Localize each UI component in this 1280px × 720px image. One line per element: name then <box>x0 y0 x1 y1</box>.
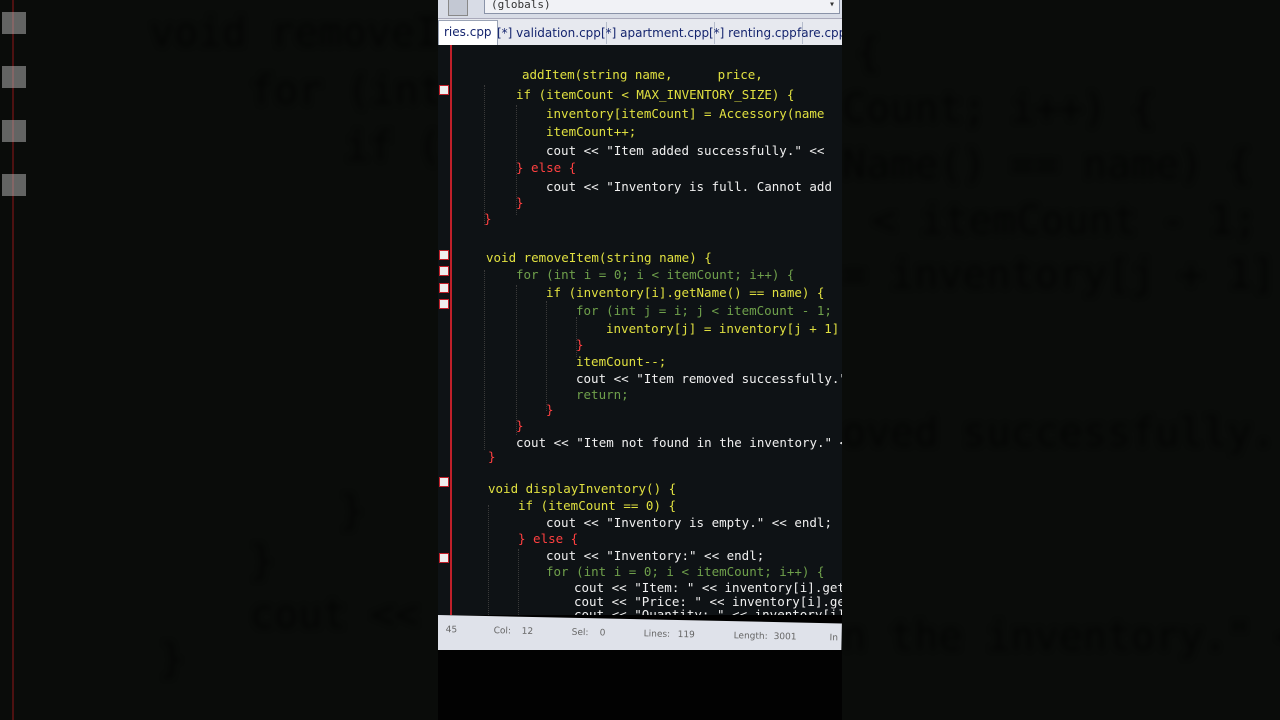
blur-text: < itemCount - 1; <box>872 198 1258 244</box>
code-line: if (inventory[i].getName() == name) { <box>546 285 825 300</box>
status-col-value: 12 <box>521 626 534 637</box>
code-line: for (int j = i; j < itemCount - 1; <box>576 303 832 318</box>
blur-text: = inventory[j + 1] <box>842 252 1276 298</box>
code-line: if (itemCount < MAX_INVENTORY_SIZE) { <box>516 87 795 102</box>
blur-text: Count; i++) { <box>842 86 1156 132</box>
code-line: void removeItem(string name) { <box>486 250 712 265</box>
tab-renting-cpp[interactable]: [*] renting.cpp <box>704 22 803 44</box>
status-length-label: Length: <box>733 631 768 642</box>
code-line: inventory[j] = inventory[j + 1] <box>606 321 840 336</box>
tab-apartment-cpp[interactable]: [*] apartment.cpp <box>596 22 716 44</box>
status-ins: In <box>829 633 839 644</box>
code-line: } <box>546 402 554 417</box>
fold-toggle-icon[interactable] <box>439 266 449 276</box>
blur-text: if ( <box>345 124 438 170</box>
code-line: } <box>488 449 496 464</box>
blur-text: } <box>160 636 185 682</box>
toolbar: (globals) ▾ <box>438 0 842 19</box>
blur-text: oved successfully. <box>842 410 1276 456</box>
globals-dropdown[interactable]: (globals) ▾ <box>484 0 840 14</box>
status-length-value: 3001 <box>773 632 797 643</box>
fold-marker <box>2 12 26 34</box>
fold-toggle-icon[interactable] <box>439 85 449 95</box>
fold-toggle-icon[interactable] <box>439 477 449 487</box>
tab-ries-cpp[interactable]: ries.cpp <box>438 20 498 46</box>
tab-fare-cpp[interactable]: fare.cpp <box>792 22 842 44</box>
code-line: cout << "Item removed successfully." <box>576 371 842 386</box>
code-line: cout << "Inventory is full. Cannot add <box>546 179 832 194</box>
code-line: cout << "Item added successfully." << <box>546 143 825 158</box>
fold-marker <box>2 120 26 142</box>
code-line: for (int i = 0; i < itemCount; i++) { <box>546 564 825 579</box>
file-tabs: ries.cpp [*] validation.cpp [*] apartmen… <box>438 19 842 46</box>
code-line: addItem(string name, price, <box>522 67 763 82</box>
code-editor-window: (globals) ▾ ries.cpp [*] validation.cpp … <box>438 0 842 720</box>
blur-text: { <box>856 30 881 76</box>
background-left-blur: void removeI for (int if ( } } cout << } <box>0 0 438 720</box>
code-line: } else { <box>518 531 579 546</box>
code-line: cout << "Inventory is empty." << endl; <box>546 515 832 530</box>
code-line: return; <box>576 387 629 402</box>
blur-text: } <box>250 538 275 584</box>
code-line: } <box>576 337 584 352</box>
code-line: if (itemCount == 0) { <box>518 498 677 513</box>
code-line: } <box>484 211 492 226</box>
code-line: } <box>516 418 524 433</box>
fold-toggle-icon[interactable] <box>439 250 449 260</box>
status-col-label: Col: <box>493 626 512 637</box>
code-line: } else { <box>516 160 577 175</box>
code-line: cout << "Item not found in the inventory… <box>516 435 842 450</box>
code-line: void displayInventory() { <box>488 481 677 496</box>
code-line: cout << "Inventory:" << endl; <box>546 548 765 563</box>
blur-text: n the inventory." < <box>842 614 1280 660</box>
fold-toggle-icon[interactable] <box>439 553 449 563</box>
fold-toggle-icon[interactable] <box>439 299 449 309</box>
globals-dropdown-label: (globals) <box>491 0 551 11</box>
status-sel-label: Sel: <box>571 627 589 639</box>
chevron-down-icon[interactable]: ▾ <box>829 0 835 13</box>
tab-validation-cpp[interactable]: [*] validation.cpp <box>492 22 607 44</box>
background-right-blur: { Count; i++) { Name() == name) { < item… <box>842 0 1280 720</box>
code-line: cout << "Quantity: " << inventory[i].g <box>574 607 842 615</box>
code-area[interactable]: addItem(string name, price, if (itemCoun… <box>438 45 842 615</box>
blur-text: } <box>340 488 365 534</box>
margin-line <box>12 0 14 720</box>
blur-text: for (int <box>250 68 438 114</box>
toolbar-button[interactable] <box>448 0 468 16</box>
code-line: for (int i = 0; i < itemCount; i++) { <box>516 267 795 282</box>
status-lines-value: 119 <box>677 630 695 641</box>
blur-text: Name() == name) { <box>842 142 1252 188</box>
code-line: } <box>516 195 524 210</box>
code-line: cout << "Item: " << inventory[i].getNa <box>574 580 842 595</box>
status-sel-value: 0 <box>599 628 606 639</box>
code-line: itemCount++; <box>546 124 637 139</box>
blur-text: void removeI <box>150 10 438 56</box>
fold-toggle-icon[interactable] <box>439 283 449 293</box>
fold-margin <box>438 45 452 615</box>
status-line: 45 <box>445 625 458 636</box>
screen-bezel <box>438 650 842 720</box>
status-lines-label: Lines: <box>643 629 671 640</box>
fold-marker <box>2 66 26 88</box>
code-line: itemCount--; <box>576 354 667 369</box>
blur-text: cout << <box>250 592 419 638</box>
code-line: inventory[itemCount] = Accessory(name <box>546 106 825 121</box>
fold-marker <box>2 174 26 196</box>
